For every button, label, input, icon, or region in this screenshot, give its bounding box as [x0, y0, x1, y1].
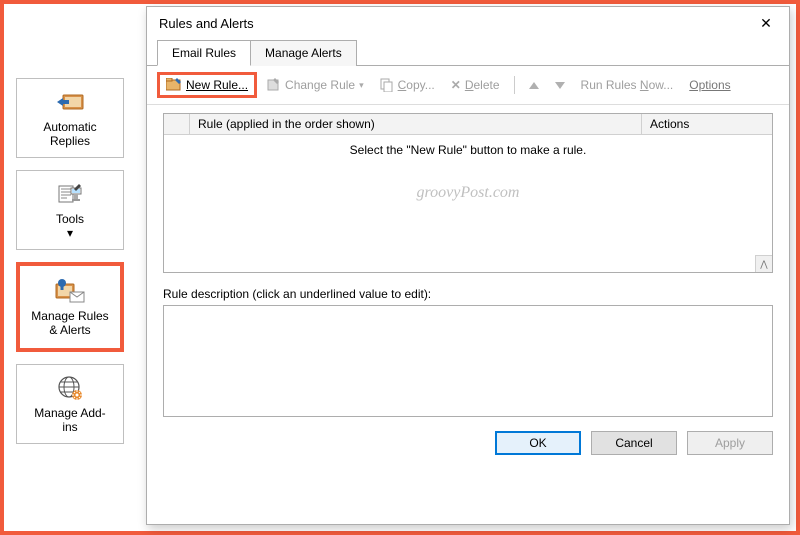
new-rule-label: New Rule...	[186, 78, 248, 92]
tab-email-rules[interactable]: Email Rules	[157, 40, 251, 66]
apply-button[interactable]: Apply	[687, 431, 773, 455]
manage-rules-alerts-button[interactable]: Manage Rules& Alerts	[16, 262, 124, 352]
rule-list-header: Rule (applied in the order shown) Action…	[164, 114, 772, 135]
manage-addins-button[interactable]: Manage Add-ins	[16, 364, 124, 444]
rules-and-alerts-dialog: Rules and Alerts ✕ Email Rules Manage Al…	[146, 6, 790, 525]
copy-button[interactable]: CCopy...opy...	[374, 75, 441, 95]
move-down-button[interactable]	[549, 79, 571, 92]
change-rule-button[interactable]: Change Rule ▾	[261, 75, 370, 95]
new-rule-icon	[166, 78, 182, 92]
run-rules-now-button[interactable]: Run Rules Now...	[575, 75, 680, 95]
change-rule-icon	[267, 78, 281, 92]
rule-column-header[interactable]: Rule (applied in the order shown)	[190, 114, 642, 134]
options-label: Options	[689, 78, 730, 92]
rule-list-empty-text: Select the "New Rule" button to make a r…	[164, 135, 772, 157]
sidebar: AutomaticReplies Tools▾	[4, 4, 136, 531]
new-rule-button[interactable]: New Rule...	[157, 72, 257, 98]
sidebar-label: Tools▾	[56, 213, 84, 241]
manage-rules-alerts-icon	[54, 276, 86, 306]
automatic-replies-icon	[55, 87, 85, 117]
move-up-button[interactable]	[523, 79, 545, 92]
delete-button[interactable]: ✕ Delete	[445, 75, 506, 95]
tools-icon	[55, 179, 85, 209]
close-icon: ✕	[760, 15, 772, 32]
titlebar: Rules and Alerts ✕	[147, 7, 789, 39]
sidebar-label: Manage Add-ins	[34, 407, 105, 435]
scroll-down-button[interactable]: ⋀	[755, 255, 772, 272]
copy-icon	[380, 78, 394, 92]
watermark: groovyPost.com	[417, 184, 520, 202]
dialog-buttons: OK Cancel Apply	[147, 417, 789, 465]
delete-icon: ✕	[451, 78, 461, 92]
rule-list[interactable]: Rule (applied in the order shown) Action…	[163, 113, 773, 273]
arrow-down-icon	[555, 82, 565, 89]
change-rule-label: Change Rule	[285, 78, 355, 92]
dialog-title: Rules and Alerts	[159, 16, 254, 31]
cancel-button[interactable]: Cancel	[591, 431, 677, 455]
toolbar: New Rule... Change Rule ▾ CCopy...opy...…	[147, 66, 789, 105]
tabs: Email Rules Manage Alerts	[147, 39, 789, 66]
actions-column-header[interactable]: Actions	[642, 114, 772, 134]
rule-description-box[interactable]	[163, 305, 773, 417]
rule-description-label: Rule description (click an underlined va…	[163, 287, 773, 301]
sidebar-label: Manage Rules& Alerts	[31, 310, 108, 338]
chevron-down-icon: ⋀	[760, 259, 767, 270]
checkbox-column[interactable]	[164, 114, 190, 134]
tools-button[interactable]: Tools▾	[16, 170, 124, 250]
separator	[514, 76, 515, 94]
tab-manage-alerts[interactable]: Manage Alerts	[250, 40, 357, 66]
arrow-up-icon	[529, 82, 539, 89]
sidebar-label: AutomaticReplies	[43, 121, 96, 149]
close-button[interactable]: ✕	[751, 11, 781, 35]
options-button[interactable]: Options	[683, 75, 736, 95]
automatic-replies-button[interactable]: AutomaticReplies	[16, 78, 124, 158]
ok-button[interactable]: OK	[495, 431, 581, 455]
dropdown-icon: ▾	[359, 80, 364, 91]
manage-addins-icon	[57, 373, 83, 403]
